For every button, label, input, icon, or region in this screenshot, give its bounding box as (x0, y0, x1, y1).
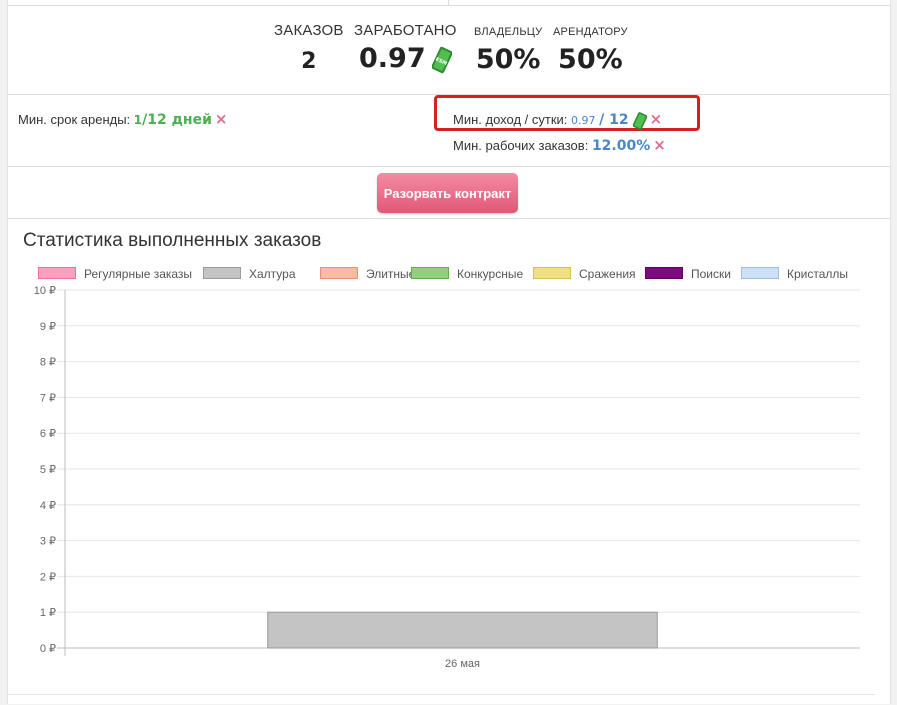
remove-min-orders-icon[interactable]: × (653, 136, 666, 154)
legend-swatch (411, 267, 449, 279)
legend-swatch (320, 267, 358, 279)
stat-tenant-label: АРЕНДАТОРУ (553, 26, 628, 38)
stat-orders: ЗАКАЗОВ 2 (274, 22, 344, 74)
chart-canvas: 0 ₽ 1 ₽ 2 ₽ 3 ₽ 4 ₽ 5 ₽ 6 ₽ 7 ₽ 8 ₽ 9 ₽ 10 ₽ 26 мая (34, 285, 860, 670)
legend-swatch (741, 267, 779, 279)
min-orders-term: Мин. рабочих заказов: 12.00% × (453, 136, 666, 154)
y-tick-label: 2 ₽ (40, 571, 56, 583)
remove-min-rent-icon[interactable]: × (215, 110, 228, 128)
legend-swatch (203, 267, 241, 279)
stat-owner-value: 50% (475, 44, 541, 75)
chart-title: Статистика выполненных заказов (23, 230, 322, 251)
y-tick-label: 0 ₽ (40, 643, 56, 655)
top-divider (8, 0, 890, 6)
min-rent-term: Мин. срок аренды: 1/12 дней × (18, 110, 228, 128)
y-tick-label: 5 ₽ (40, 464, 56, 476)
stat-owner: ВЛАДЕЛЬЦУ 50% (474, 22, 542, 75)
y-tick-label: 10 ₽ (34, 285, 56, 297)
min-income-target: / 12 (599, 112, 629, 128)
stat-earned-value: 0.97 (358, 43, 426, 74)
stats-row: ЗАКАЗОВ 2 ЗАРАБОТАНО 0.97 ESM ВЛАДЕЛЬЦУ … (8, 22, 890, 82)
stat-tenant-value: 50% (558, 44, 623, 75)
min-income-label: Мин. доход / сутки: (453, 112, 568, 127)
money-icon: ESM (431, 45, 452, 75)
legend-swatch (533, 267, 571, 279)
break-contract-button[interactable]: Разорвать контракт (377, 173, 518, 213)
stat-earned: ЗАРАБОТАНО 0.97 ESM (354, 22, 457, 75)
divider (8, 218, 890, 219)
remove-min-income-icon[interactable]: × (650, 110, 663, 128)
stat-earned-value-wrap: 0.97 ESM (354, 43, 457, 75)
y-tick-label: 9 ₽ (40, 321, 56, 333)
y-tick-label: 3 ₽ (40, 536, 56, 548)
stat-owner-label: ВЛАДЕЛЬЦУ (474, 26, 543, 38)
y-tick-label: 7 ₽ (40, 392, 56, 404)
min-income-term: Мин. доход / сутки: 0.97 / 12 × (453, 110, 662, 131)
stat-earned-label: ЗАРАБОТАНО (354, 22, 457, 39)
stat-orders-label: ЗАКАЗОВ (274, 22, 344, 39)
min-rent-current: 1 (133, 113, 143, 127)
break-contract-wrap: Разорвать контракт (377, 173, 518, 213)
y-tick-label: 6 ₽ (40, 428, 56, 440)
y-tick-label: 1 ₽ (40, 607, 56, 619)
bar-1 (267, 611, 658, 649)
x-tick-label: 26 мая (445, 658, 480, 670)
stat-orders-value: 2 (301, 49, 317, 74)
y-tick-label: 4 ₽ (40, 500, 56, 512)
bottom-strip (7, 694, 875, 705)
min-orders-value: 12.00% (591, 138, 651, 154)
divider (8, 166, 890, 167)
min-rent-target: /12 дней (142, 112, 212, 128)
y-tick-label: 8 ₽ (40, 357, 56, 369)
min-orders-label: Мин. рабочих заказов: (453, 138, 589, 153)
legend-swatch (645, 267, 683, 279)
stat-tenant: АРЕНДАТОРУ 50% (553, 22, 628, 75)
min-income-current: 0.97 (571, 114, 596, 127)
legend-swatch (38, 267, 76, 279)
money-small-icon (632, 111, 647, 131)
contract-card: ЗАКАЗОВ 2 ЗАРАБОТАНО 0.97 ESM ВЛАДЕЛЬЦУ … (7, 0, 891, 704)
min-rent-label: Мин. срок аренды: (18, 112, 131, 127)
